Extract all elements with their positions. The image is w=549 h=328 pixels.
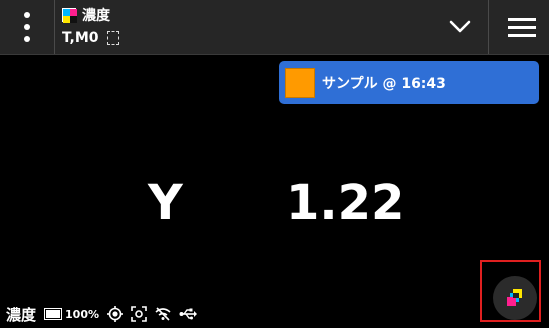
color-layers-icon xyxy=(507,289,522,306)
sample-button[interactable]: サンプル @ 16:43 xyxy=(279,61,539,104)
header-title-row: 濃度 xyxy=(62,5,110,25)
header-divider xyxy=(488,0,489,54)
cmyk-icon xyxy=(62,8,77,23)
battery-level: 100% xyxy=(65,307,99,321)
chevron-down-icon[interactable] xyxy=(442,10,478,44)
page-title: 濃度 xyxy=(82,8,110,24)
measurement-mode: T,M0 xyxy=(62,30,99,46)
top-bar: 濃度 T,M0 xyxy=(0,0,549,55)
usb-icon xyxy=(179,308,197,320)
sample-label: サンプル @ 16:43 xyxy=(322,75,446,92)
wifi-off-icon xyxy=(155,307,171,321)
color-layers-button[interactable] xyxy=(493,276,537,320)
dashed-square-icon[interactable] xyxy=(106,31,119,45)
battery-icon xyxy=(44,308,63,320)
status-title: 濃度 xyxy=(6,305,37,324)
menu-icon[interactable] xyxy=(495,0,549,54)
battery-indicator: 100% xyxy=(44,308,99,321)
header-divider xyxy=(54,0,55,54)
status-bar: 濃度 100% xyxy=(6,303,197,325)
screen: 濃度 T,M0 サンプル @ 16:43 Y 1.22 濃度 100% xyxy=(0,0,549,328)
more-vert-icon[interactable] xyxy=(0,0,54,54)
reading-value: 1.22 xyxy=(286,175,405,231)
sample-color-swatch xyxy=(285,67,315,98)
target-icon xyxy=(107,306,123,322)
reading-channel: Y xyxy=(148,175,183,231)
focus-icon xyxy=(131,306,147,322)
header-mode-row: T,M0 xyxy=(62,30,119,46)
